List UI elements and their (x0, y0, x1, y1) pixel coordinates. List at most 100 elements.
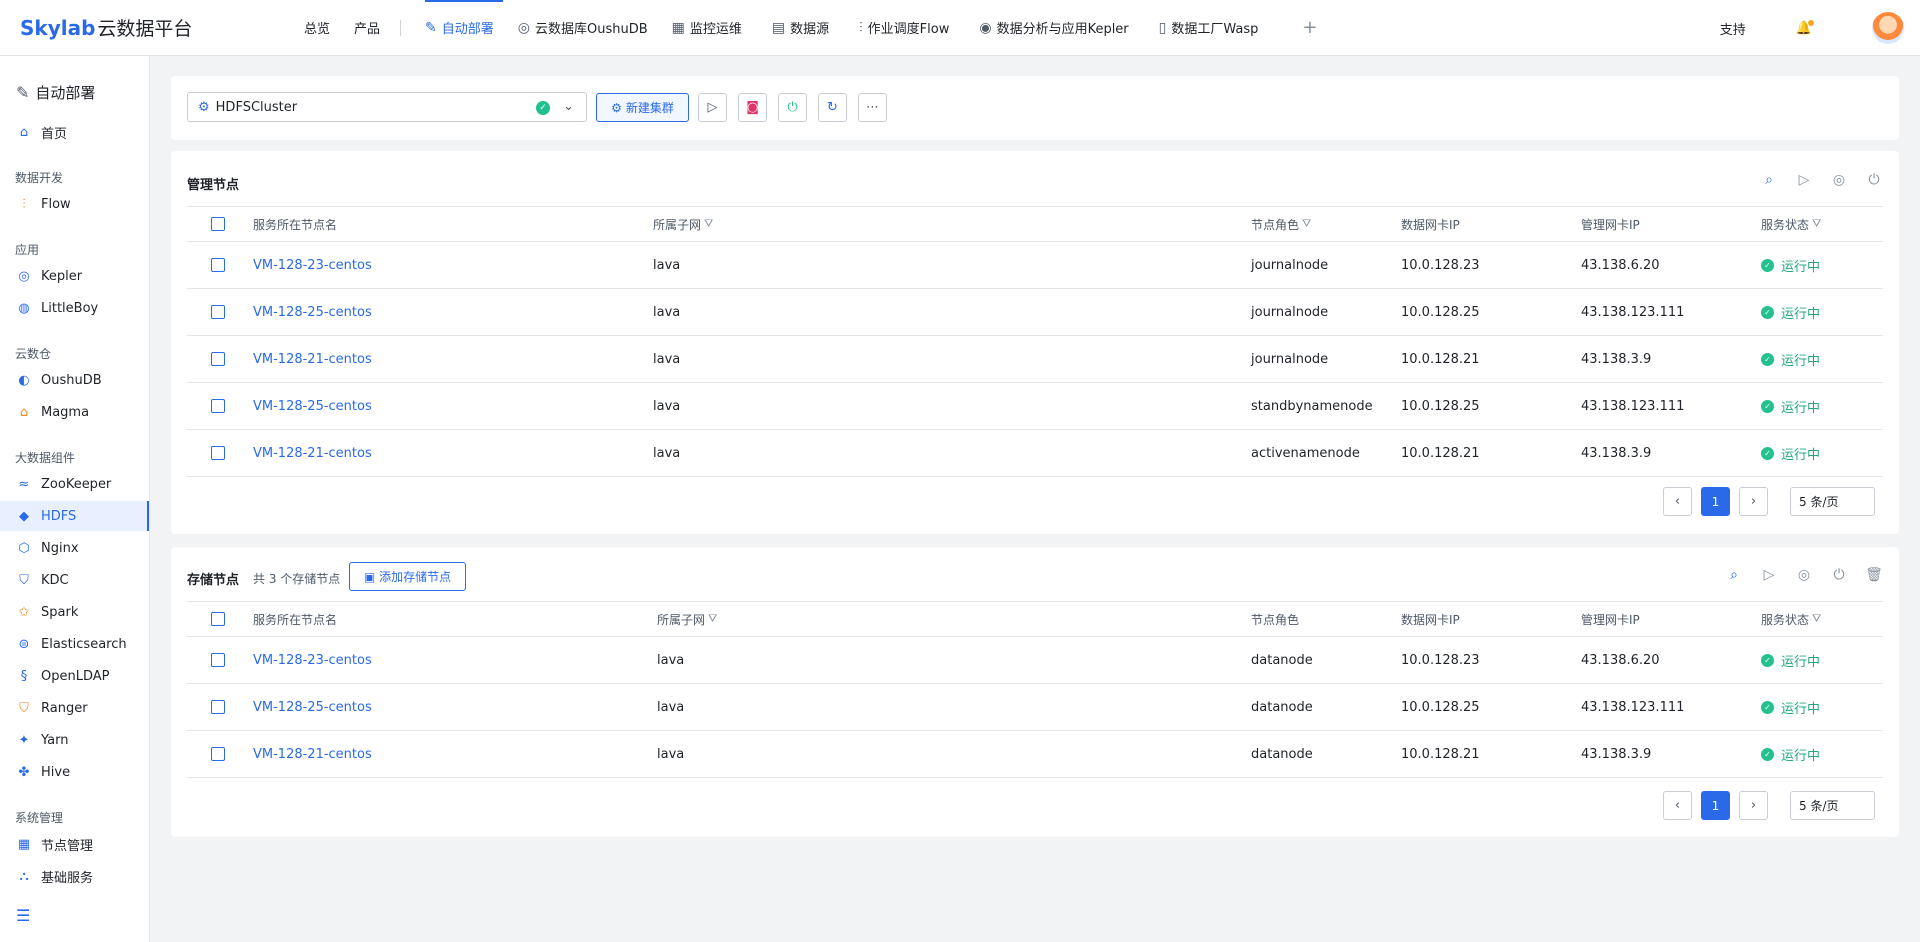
sidebar-item-kdc[interactable]: ⛉ KDC (0, 565, 149, 595)
host-link[interactable]: VM-128-23-centos (253, 637, 372, 683)
nav-wasp[interactable]: ▯ 数据工厂Wasp (1159, 0, 1289, 56)
column-subnet[interactable]: 所属子网 ⛛ (657, 602, 717, 636)
storage-title: 存储节点 (187, 573, 240, 588)
column-status[interactable]: 服务状态 ⛛ (1761, 602, 1821, 636)
column-role[interactable]: 节点角色 ⛛ (1251, 207, 1311, 241)
more-button[interactable]: ⋯ (858, 93, 887, 122)
filter-icon[interactable]: ⛛ (708, 612, 717, 626)
storage-nodes-panel: 存储节点 共 3 个存储节点 ▣ 添加存储节点 ⌕ ▷ ◎ ⏻ 🗑 服务所在节点… (171, 547, 1899, 837)
sidebar-item-label: Yarn (41, 732, 69, 748)
nav-datasource[interactable]: ▤ 数据源 (772, 0, 859, 56)
next-page-button[interactable]: › (1739, 487, 1768, 516)
elasticsearch-icon: ⊜ (18, 636, 30, 652)
sidebar-item-home[interactable]: ⌂ 首页 (0, 117, 149, 147)
play-icon[interactable]: ▷ (1760, 567, 1778, 583)
host-link[interactable]: VM-128-25-centos (253, 289, 372, 335)
host-link[interactable]: VM-128-21-centos (253, 430, 372, 476)
nav-label: 数据分析与应用Kepler (996, 22, 1129, 37)
select-all-checkbox[interactable] (211, 217, 225, 231)
data-ip-cell: 10.0.128.25 (1401, 304, 1480, 320)
sidebar-item-zookeeper[interactable]: ≈ ZooKeeper (0, 469, 149, 499)
row-checkbox[interactable] (211, 700, 225, 714)
refresh-button[interactable]: ↻ (818, 93, 847, 122)
sidebar-item-nginx[interactable]: ⬡ Nginx (0, 533, 149, 563)
logo[interactable]: Skylab 云数据平台 (20, 14, 260, 41)
filter-icon[interactable]: ⛛ (1302, 217, 1311, 231)
sidebar-item-littleboy[interactable]: ◍ LittleBoy (0, 293, 149, 323)
new-cluster-label: 新建集群 (625, 101, 674, 115)
start-button[interactable]: ▷ (698, 93, 727, 122)
sidebar-item-hdfs[interactable]: ◆ HDFS (0, 501, 149, 531)
column-status[interactable]: 服务状态 ⛛ (1761, 207, 1821, 241)
sidebar-item-oushudb[interactable]: ◐ OushuDB (0, 365, 149, 395)
trash-icon[interactable]: 🗑 (1865, 567, 1883, 583)
db-icon: ◐ (18, 372, 30, 388)
prev-page-button[interactable]: ‹ (1663, 791, 1692, 820)
nav-auto-deploy[interactable]: ✎ 自动部署 (425, 0, 518, 56)
stop-icon[interactable]: ◎ (1830, 172, 1848, 188)
host-link[interactable]: VM-128-25-centos (253, 383, 372, 429)
page-button[interactable]: 1 (1701, 791, 1730, 820)
refresh-icon: ↻ (827, 100, 838, 115)
sidebar-item-magma[interactable]: ⌂ Magma (0, 397, 149, 427)
nav-overview[interactable]: 总览 (304, 0, 354, 56)
avatar[interactable] (1872, 12, 1904, 44)
power-button[interactable]: ⏻ (778, 93, 807, 122)
next-page-button[interactable]: › (1739, 791, 1768, 820)
sidebar-item-label: 节点管理 (41, 838, 94, 854)
sidebar-item-node-mgmt[interactable]: ▦ 节点管理 (0, 829, 149, 859)
search-icon[interactable]: ⌕ (1725, 567, 1743, 583)
filter-icon[interactable]: ⛛ (1812, 217, 1821, 231)
sidebar-item-ranger[interactable]: ⛉ Ranger (0, 693, 149, 723)
row-checkbox[interactable] (211, 305, 225, 319)
row-checkbox[interactable] (211, 446, 225, 460)
search-icon[interactable]: ⌕ (1760, 172, 1778, 188)
cluster-select[interactable]: ⚙ HDFSCluster ✓ ⌄ (187, 92, 587, 122)
page-size-select[interactable]: 5 条/页 (1790, 791, 1875, 820)
sidebar-item-kepler[interactable]: ◎ Kepler (0, 261, 149, 291)
prev-page-button[interactable]: ‹ (1663, 487, 1692, 516)
play-icon[interactable]: ▷ (1795, 172, 1813, 188)
sidebar-item-hive[interactable]: ✤ Hive (0, 757, 149, 787)
filter-icon[interactable]: ⛛ (704, 217, 713, 231)
row-checkbox[interactable] (211, 399, 225, 413)
row-checkbox[interactable] (211, 653, 225, 667)
menu-collapse-icon[interactable]: ☰ (16, 906, 30, 925)
row-checkbox[interactable] (211, 747, 225, 761)
sidebar-item-elasticsearch[interactable]: ⊜ Elasticsearch (0, 629, 149, 659)
support-link[interactable]: 支持 (1720, 19, 1746, 38)
sidebar-item-yarn[interactable]: ✦ Yarn (0, 725, 149, 755)
select-all-checkbox[interactable] (211, 612, 225, 626)
sidebar-item-base-service[interactable]: ⛬ 基础服务 (0, 861, 149, 891)
page-button[interactable]: 1 (1701, 487, 1730, 516)
page-size-select[interactable]: 5 条/页 (1790, 487, 1875, 516)
mgmt-ip-cell: 43.138.123.111 (1581, 398, 1685, 414)
nav-products[interactable]: 产品 (354, 0, 400, 56)
cluster-toolbar: ⚙ HDFSCluster ✓ ⌄ ⚙ 新建集群 ▷ ◙ ⏻ ↻ ⋯ (171, 76, 1899, 140)
row-checkbox[interactable] (211, 258, 225, 272)
nav-flow[interactable]: ⫶ 作业调度Flow (859, 0, 979, 56)
add-storage-node-button[interactable]: ▣ 添加存储节点 (349, 562, 466, 591)
power-icon[interactable]: ⏻ (1865, 172, 1883, 188)
stop-icon[interactable]: ◎ (1795, 567, 1813, 583)
sidebar-item-flow[interactable]: ⫶ Flow (0, 189, 149, 219)
nav-kepler[interactable]: ◉ 数据分析与应用Kepler (979, 0, 1158, 56)
new-cluster-button[interactable]: ⚙ 新建集群 (596, 93, 689, 122)
bell-icon[interactable]: 🔔 (1796, 19, 1815, 36)
add-tab-icon[interactable]: + (1302, 17, 1317, 38)
sidebar-item-label: Magma (41, 404, 90, 420)
row-checkbox[interactable] (211, 352, 225, 366)
host-link[interactable]: VM-128-23-centos (253, 242, 372, 288)
nav-oushudb[interactable]: ◎ 云数据库OushuDB (518, 0, 672, 56)
filter-icon[interactable]: ⛛ (1812, 612, 1821, 626)
column-subnet[interactable]: 所属子网 ⛛ (653, 207, 713, 241)
nav-monitor[interactable]: ▦ 监控运维 (672, 0, 772, 56)
host-link[interactable]: VM-128-21-centos (253, 731, 372, 777)
stop-button[interactable]: ◙ (738, 93, 767, 122)
host-link[interactable]: VM-128-25-centos (253, 684, 372, 730)
sidebar-item-spark[interactable]: ✩ Spark (0, 597, 149, 627)
host-link[interactable]: VM-128-21-centos (253, 336, 372, 382)
power-icon[interactable]: ⏻ (1830, 567, 1848, 583)
sidebar-item-openldap[interactable]: § OpenLDAP (0, 661, 149, 691)
sidebar-item-label: HDFS (41, 508, 77, 524)
